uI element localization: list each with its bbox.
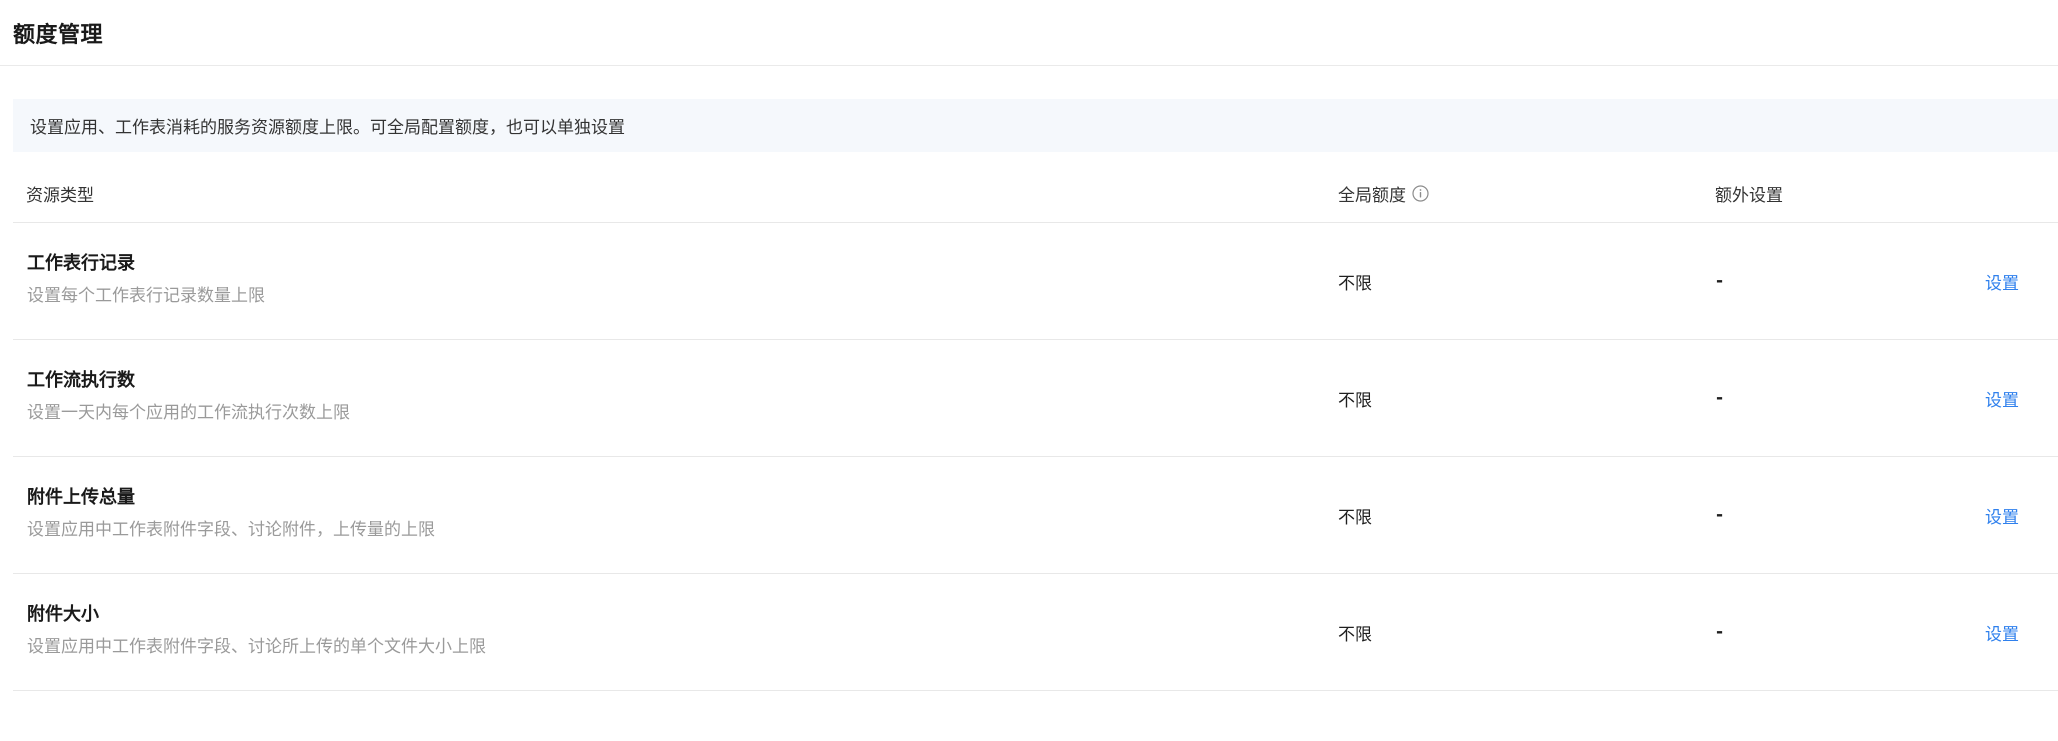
column-header-global-quota: 全局额度 bbox=[1338, 164, 1429, 222]
resource-title: 附件上传总量 bbox=[27, 487, 135, 508]
resource-name-cell: 附件上传总量 设置应用中工作表附件字段、讨论附件，上传量的上限 bbox=[27, 486, 435, 541]
global-quota-value: 不限 bbox=[1338, 507, 1372, 528]
set-quota-link[interactable]: 设置 bbox=[1985, 340, 2019, 456]
table-row: 工作表行记录 设置每个工作表行记录数量上限 不限 - 设置 bbox=[13, 223, 2058, 340]
global-quota-value: 不限 bbox=[1338, 273, 1372, 294]
resource-description: 设置每个工作表行记录数量上限 bbox=[27, 286, 265, 306]
info-icon[interactable] bbox=[1412, 184, 1429, 202]
page-title: 额度管理 bbox=[13, 22, 104, 48]
resource-description: 设置应用中工作表附件字段、讨论附件，上传量的上限 bbox=[27, 520, 435, 540]
table-row: 附件上传总量 设置应用中工作表附件字段、讨论附件，上传量的上限 不限 - 设置 bbox=[13, 457, 2058, 574]
resource-name-cell: 工作流执行数 设置一天内每个应用的工作流执行次数上限 bbox=[27, 369, 350, 424]
extra-setting-value: - bbox=[1716, 505, 1724, 525]
resource-name-cell: 工作表行记录 设置每个工作表行记录数量上限 bbox=[27, 252, 265, 307]
global-quota-value: 不限 bbox=[1338, 624, 1372, 645]
table-row: 附件大小 设置应用中工作表附件字段、讨论所上传的单个文件大小上限 不限 - 设置 bbox=[13, 574, 2058, 691]
notice-text: 设置应用、工作表消耗的服务资源额度上限。可全局配置额度，也可以单独设置 bbox=[30, 118, 625, 138]
quota-management-page: 额度管理 设置应用、工作表消耗的服务资源额度上限。可全局配置额度，也可以单独设置… bbox=[0, 0, 2058, 741]
column-header-extra-settings: 额外设置 bbox=[1715, 185, 1783, 206]
set-quota-link[interactable]: 设置 bbox=[1985, 574, 2019, 690]
set-quota-link[interactable]: 设置 bbox=[1985, 223, 2019, 339]
resource-description: 设置应用中工作表附件字段、讨论所上传的单个文件大小上限 bbox=[27, 637, 486, 657]
extra-setting-value: - bbox=[1716, 622, 1724, 642]
table-header: 资源类型 全局额度 额外设置 bbox=[13, 164, 2058, 223]
resource-description: 设置一天内每个应用的工作流执行次数上限 bbox=[27, 403, 350, 423]
table-row: 工作流执行数 设置一天内每个应用的工作流执行次数上限 不限 - 设置 bbox=[13, 340, 2058, 457]
resource-title: 工作流执行数 bbox=[27, 370, 135, 391]
resource-title: 附件大小 bbox=[27, 604, 99, 625]
column-header-resource-type: 资源类型 bbox=[26, 185, 94, 206]
global-quota-value: 不限 bbox=[1338, 390, 1372, 411]
resource-title: 工作表行记录 bbox=[27, 253, 135, 274]
page-header: 额度管理 bbox=[0, 0, 2058, 66]
set-quota-link[interactable]: 设置 bbox=[1985, 457, 2019, 573]
quota-table: 资源类型 全局额度 额外设置 工作表行记录 设置每个工作表行记录数量上限 不限 … bbox=[13, 164, 2058, 691]
extra-setting-value: - bbox=[1716, 388, 1724, 408]
notice-banner: 设置应用、工作表消耗的服务资源额度上限。可全局配置额度，也可以单独设置 bbox=[13, 99, 2058, 152]
resource-name-cell: 附件大小 设置应用中工作表附件字段、讨论所上传的单个文件大小上限 bbox=[27, 603, 486, 658]
extra-setting-value: - bbox=[1716, 271, 1724, 291]
